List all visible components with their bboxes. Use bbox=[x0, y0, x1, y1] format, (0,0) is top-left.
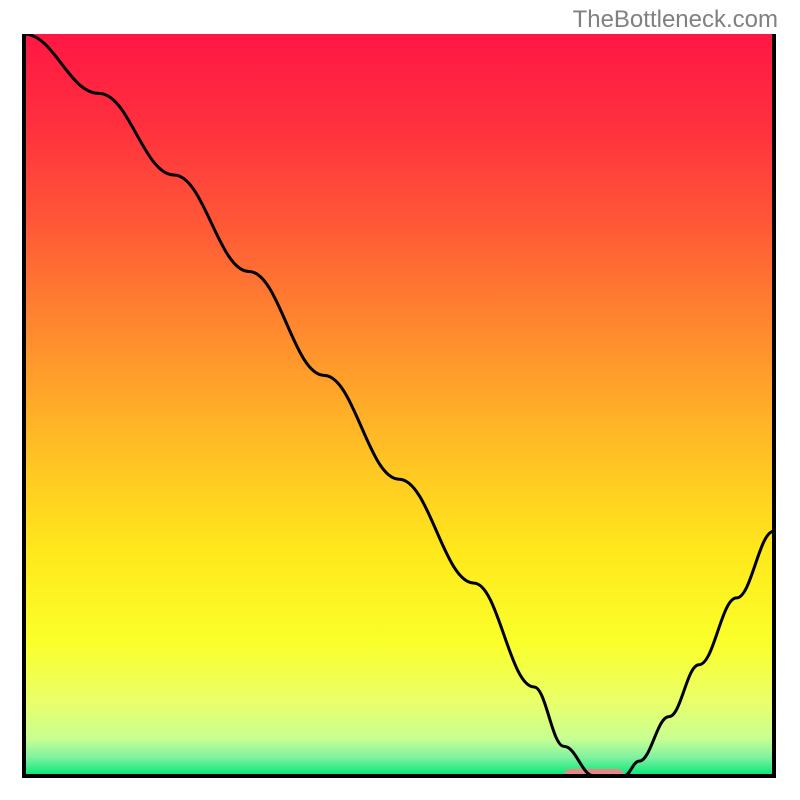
gradient-background bbox=[24, 34, 774, 776]
chart-container: TheBottleneck.com bbox=[0, 0, 800, 800]
watermark-text: TheBottleneck.com bbox=[573, 6, 778, 34]
chart-svg bbox=[22, 32, 776, 778]
chart-plot-area bbox=[22, 32, 776, 778]
